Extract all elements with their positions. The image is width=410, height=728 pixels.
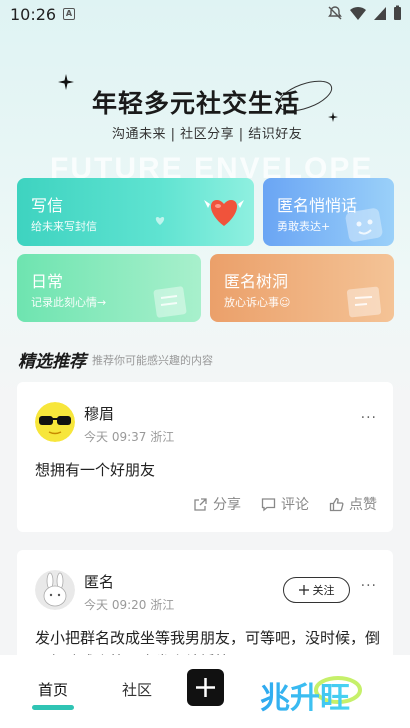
svg-text:兆升旺: 兆升旺 (260, 681, 350, 716)
plus-icon (298, 585, 309, 595)
comment-label: 评论 (281, 497, 309, 513)
active-tab-indicator (32, 705, 74, 710)
more-options-button[interactable]: ··· (361, 578, 377, 594)
document-icon (346, 286, 382, 318)
follow-button[interactable]: 关注 (283, 577, 350, 603)
sunglasses-avatar-icon (35, 402, 75, 442)
status-bar: 10:26 A (0, 0, 410, 30)
heart-envelope-icon (204, 200, 244, 226)
section-title: 精选推荐 (18, 352, 86, 372)
post-meta: 今天 09:20 浙江 (84, 598, 175, 612)
bunny-avatar-icon (35, 570, 75, 610)
like-label: 点赞 (349, 497, 377, 513)
post-actions: 分享 评论 点赞 (193, 494, 377, 514)
daily-title: 日常 (31, 272, 64, 291)
sparkle-icon (58, 74, 74, 90)
notification-a-icon: A (63, 8, 75, 20)
section-subtitle: 推荐你可能感兴趣的内容 (92, 354, 213, 367)
tree-hole-title: 匿名树洞 (224, 272, 289, 291)
daily-subtitle: 记录此刻心情→ (31, 296, 107, 309)
post-card[interactable]: 匿名 今天 09:20 浙江 关注 ··· 发小把群名改成坐等我男朋友，可等吧，… (17, 550, 393, 671)
comment-icon (261, 497, 276, 511)
more-options-button[interactable]: ··· (361, 410, 377, 426)
like-button[interactable]: 点赞 (329, 494, 377, 514)
small-heart-icon (155, 217, 165, 225)
write-letter-card[interactable]: 写信 给未来写封信 (17, 178, 254, 246)
brand-logo: 兆升旺 (260, 676, 362, 716)
battery-icon (394, 5, 401, 20)
avatar[interactable] (35, 402, 75, 442)
mask-icon (345, 208, 383, 242)
wifi-icon (350, 6, 366, 20)
tree-hole-subtitle: 放心诉心事☺ (224, 296, 291, 309)
bottom-navigation: 首页 社区 兆升旺 (0, 655, 410, 728)
follow-label: 关注 (312, 584, 335, 597)
write-letter-title: 写信 (31, 196, 64, 215)
plus-icon (196, 678, 215, 697)
write-letter-subtitle: 给未来写封信 (31, 220, 97, 233)
avatar[interactable] (35, 570, 75, 610)
share-button[interactable]: 分享 (193, 494, 241, 514)
post-meta: 今天 09:37 浙江 (84, 430, 175, 444)
hero-banner: 年轻多元社交生活 沟通未来 | 社区分享 | 结识好友 FUTURE ENVEL… (0, 60, 410, 185)
nav-community-tab[interactable]: 社区 (122, 679, 152, 700)
tree-hole-card[interactable]: 匿名树洞 放心诉心事☺ (210, 254, 394, 322)
notebook-icon (153, 286, 187, 318)
create-post-button[interactable] (187, 669, 224, 706)
status-icons (327, 5, 402, 21)
share-label: 分享 (213, 497, 241, 513)
post-username[interactable]: 穆眉 (84, 403, 114, 424)
hero-subtitle: 沟通未来 | 社区分享 | 结识好友 (112, 127, 303, 142)
comment-button[interactable]: 评论 (261, 494, 309, 514)
post-content: 想拥有一个好朋友 (35, 461, 156, 479)
daily-card[interactable]: 日常 记录此刻心情→ (17, 254, 201, 322)
mute-bell-icon (328, 6, 342, 20)
signal-icon (374, 7, 386, 20)
thumbs-up-icon (329, 497, 344, 511)
nav-home-tab[interactable]: 首页 (38, 679, 68, 700)
post-card[interactable]: 穆眉 今天 09:37 浙江 ··· 想拥有一个好朋友 分享 评论 点赞 (17, 382, 393, 532)
share-icon (194, 497, 207, 511)
post-username[interactable]: 匿名 (84, 571, 114, 592)
anonymous-whisper-card[interactable]: 匿名悄悄话 勇敢表达+ (263, 178, 394, 246)
hero-title: 年轻多元社交生活 (92, 89, 301, 118)
status-time: 10:26 (10, 5, 57, 24)
anonymous-whisper-subtitle: 勇敢表达+ (277, 220, 331, 233)
